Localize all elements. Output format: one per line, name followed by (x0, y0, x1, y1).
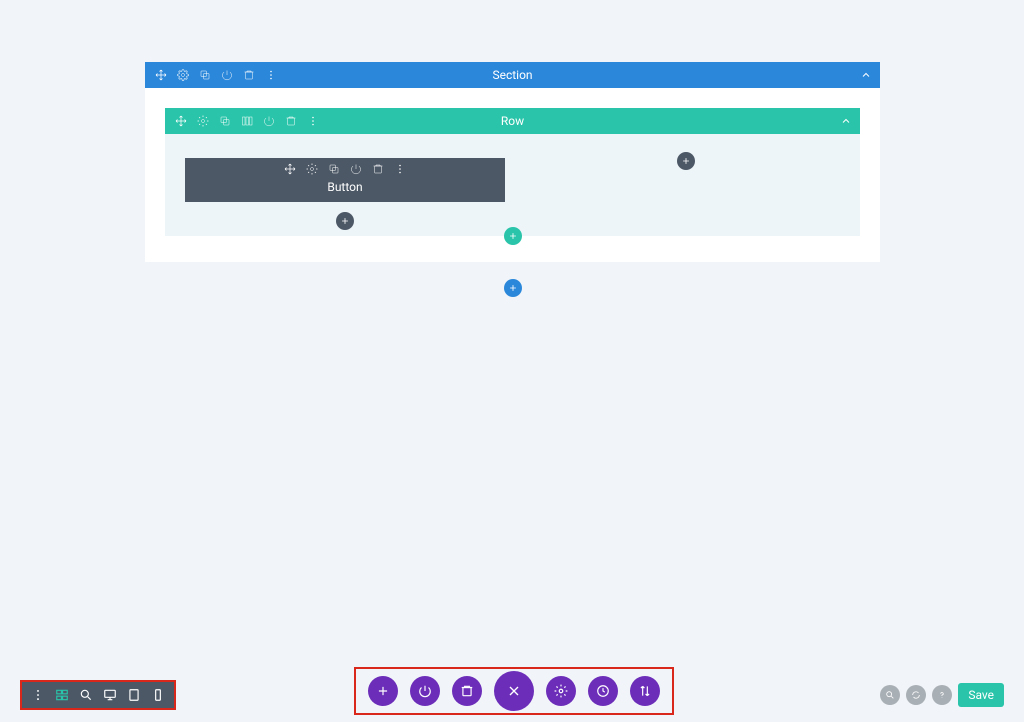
toolbar-power-button[interactable] (410, 676, 440, 706)
trash-icon[interactable] (285, 115, 297, 127)
move-icon[interactable] (155, 69, 167, 81)
more-icon[interactable] (31, 688, 45, 702)
gear-icon[interactable] (306, 163, 318, 175)
module-label: Button (185, 180, 505, 202)
add-module-button[interactable] (336, 212, 354, 230)
power-icon[interactable] (263, 115, 275, 127)
gear-icon[interactable] (177, 69, 189, 81)
add-section-button[interactable] (504, 279, 522, 297)
section-header-bar[interactable]: Section (145, 62, 880, 88)
save-button[interactable]: Save (958, 683, 1004, 707)
row-column-2 (513, 158, 861, 202)
add-module-button[interactable] (677, 152, 695, 170)
help-icon[interactable] (932, 685, 952, 705)
module-button[interactable]: Button (185, 158, 505, 202)
columns-icon[interactable] (241, 115, 253, 127)
view-mode-toolbar (22, 682, 174, 708)
search-icon[interactable] (880, 685, 900, 705)
duplicate-icon[interactable] (328, 163, 340, 175)
row-collapse-toggle[interactable] (840, 108, 852, 134)
duplicate-icon[interactable] (199, 69, 211, 81)
wireframe-view-icon[interactable] (55, 688, 69, 702)
section-toolbar (145, 69, 277, 81)
desktop-view-icon[interactable] (103, 688, 117, 702)
sync-icon[interactable] (906, 685, 926, 705)
row-column-1: Button (165, 158, 513, 202)
more-icon[interactable] (307, 115, 319, 127)
view-mode-toolbar-wrap (20, 680, 176, 710)
section-body: Row (145, 88, 880, 262)
toolbar-add-button[interactable] (368, 676, 398, 706)
trash-icon[interactable] (372, 163, 384, 175)
toolbar-sort-button[interactable] (630, 676, 660, 706)
phone-view-icon[interactable] (151, 688, 165, 702)
power-icon[interactable] (221, 69, 233, 81)
builder-canvas: Section (145, 62, 880, 262)
zoom-icon[interactable] (79, 688, 93, 702)
toolbar-history-button[interactable] (588, 676, 618, 706)
toolbar-close-button[interactable] (494, 671, 534, 711)
toolbar-settings-button[interactable] (546, 676, 576, 706)
row-body: Button (165, 134, 860, 236)
gear-icon[interactable] (197, 115, 209, 127)
row-header-bar[interactable]: Row (165, 108, 860, 134)
module-toolbar (185, 158, 505, 180)
duplicate-icon[interactable] (219, 115, 231, 127)
more-icon[interactable] (394, 163, 406, 175)
save-group: Save (880, 683, 1004, 707)
move-icon[interactable] (284, 163, 296, 175)
toolbar-trash-button[interactable] (452, 676, 482, 706)
main-action-toolbar (354, 667, 674, 715)
add-row-button[interactable] (504, 227, 522, 245)
power-icon[interactable] (350, 163, 362, 175)
section-collapse-toggle[interactable] (860, 62, 872, 88)
tablet-view-icon[interactable] (127, 688, 141, 702)
move-icon[interactable] (175, 115, 187, 127)
trash-icon[interactable] (243, 69, 255, 81)
row-toolbar (165, 115, 319, 127)
more-icon[interactable] (265, 69, 277, 81)
